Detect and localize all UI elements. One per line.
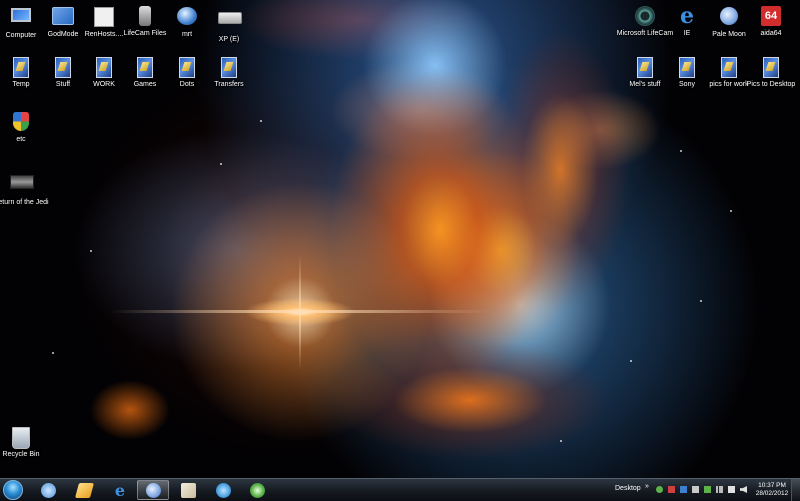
internet-explorer-icon: e — [114, 480, 126, 500]
system-clock[interactable]: 10:37 PM 28/02/2012 — [752, 482, 792, 498]
pale-moon-icon — [718, 7, 740, 29]
desktop-icon-aida64[interactable]: 64 aida64 — [750, 5, 792, 38]
light-flare-vertical — [299, 255, 301, 370]
tray-app-icon[interactable] — [692, 486, 699, 493]
shortcut-icon — [93, 57, 115, 79]
icon-label: etc — [16, 136, 26, 143]
lifecam-icon — [634, 6, 656, 28]
taskbar-winamp[interactable] — [68, 480, 100, 500]
pale-moon-icon — [145, 482, 161, 498]
shortcut-icon — [760, 57, 782, 79]
shortcut-icon — [134, 57, 156, 79]
shortcut-icon — [634, 57, 656, 79]
utorrent-icon — [249, 482, 265, 498]
webcam-icon — [134, 6, 156, 28]
star — [220, 163, 222, 165]
desktop-icon-xp-drive[interactable]: XP (E) — [208, 5, 250, 44]
desktop-icon-pics-to-desktop[interactable]: Pics to Desktop — [747, 57, 795, 89]
taskbar-pale-moon[interactable] — [137, 480, 169, 500]
drive-icon — [218, 12, 242, 34]
clock-date: 28/02/2012 — [755, 490, 789, 497]
chevron-icon[interactable]: » — [645, 483, 649, 490]
ccleaner-icon — [40, 482, 56, 498]
taskbar-internet-explorer[interactable]: e — [104, 480, 136, 500]
volume-icon[interactable] — [740, 486, 747, 493]
tray-app-icon[interactable] — [704, 486, 711, 493]
taskbar-ccleaner[interactable] — [32, 480, 64, 500]
clock-time: 10:37 PM — [758, 482, 786, 489]
desktop-icon-recycle-bin[interactable]: Recycle Bin — [0, 425, 42, 459]
malware-removal-icon — [176, 7, 198, 29]
taskbar-windows-update[interactable] — [207, 480, 239, 500]
desktop-toolbar-label[interactable]: Desktop — [615, 485, 641, 492]
recycle-bin-icon — [10, 427, 32, 449]
computer-icon — [10, 8, 32, 30]
star — [730, 210, 732, 212]
star — [680, 150, 682, 152]
icon-label: aida64 — [760, 30, 782, 37]
windows-update-icon — [215, 482, 231, 498]
control-panel-icon — [52, 7, 74, 29]
taskbar-utorrent[interactable] — [241, 480, 273, 500]
taskbar-paint[interactable] — [172, 480, 204, 500]
star — [560, 440, 562, 442]
network-icon[interactable] — [716, 486, 723, 493]
shortcut-icon — [52, 57, 74, 79]
star — [700, 300, 702, 302]
taskbar: e Desktop » 10:37 PM 28/02/2012 — [0, 478, 800, 501]
paint-icon — [180, 482, 196, 498]
star — [630, 360, 632, 362]
aida64-icon: 64 — [760, 6, 782, 28]
internet-explorer-icon: e — [680, 3, 694, 29]
video-icon — [10, 175, 34, 197]
network-adapter-icon[interactable] — [728, 486, 735, 493]
shortcut-icon — [718, 57, 740, 79]
star — [260, 120, 262, 122]
shortcut-icon — [218, 57, 240, 79]
icon-label: Return of the Jedi — [0, 199, 49, 206]
shortcut-icon — [676, 57, 698, 79]
winamp-icon — [74, 482, 94, 498]
show-desktop-button[interactable] — [791, 479, 800, 501]
star — [90, 250, 92, 252]
document-icon — [93, 7, 115, 29]
star — [52, 352, 54, 354]
icon-label: XP (E) — [218, 36, 240, 43]
tray-app-icon[interactable] — [668, 486, 675, 493]
flag-icon[interactable] — [680, 486, 687, 493]
icon-label: Transfers — [214, 81, 244, 88]
shortcut-icon — [176, 57, 198, 79]
icon-label: Pics to Desktop — [746, 81, 796, 88]
windows-shield-icon — [10, 112, 32, 134]
utorrent-tray-icon[interactable] — [656, 486, 663, 493]
desktop-icon-etc[interactable]: etc — [0, 110, 42, 144]
icon-label: Recycle Bin — [2, 451, 40, 458]
shortcut-icon — [10, 57, 32, 79]
desktop-icon-return-of-the-jedi[interactable]: Return of the Jedi — [0, 170, 49, 207]
desktop-icon-transfers[interactable]: Transfers — [208, 57, 250, 89]
desktop-icon-mrt[interactable]: mrt — [166, 5, 208, 39]
start-button[interactable] — [3, 480, 23, 500]
